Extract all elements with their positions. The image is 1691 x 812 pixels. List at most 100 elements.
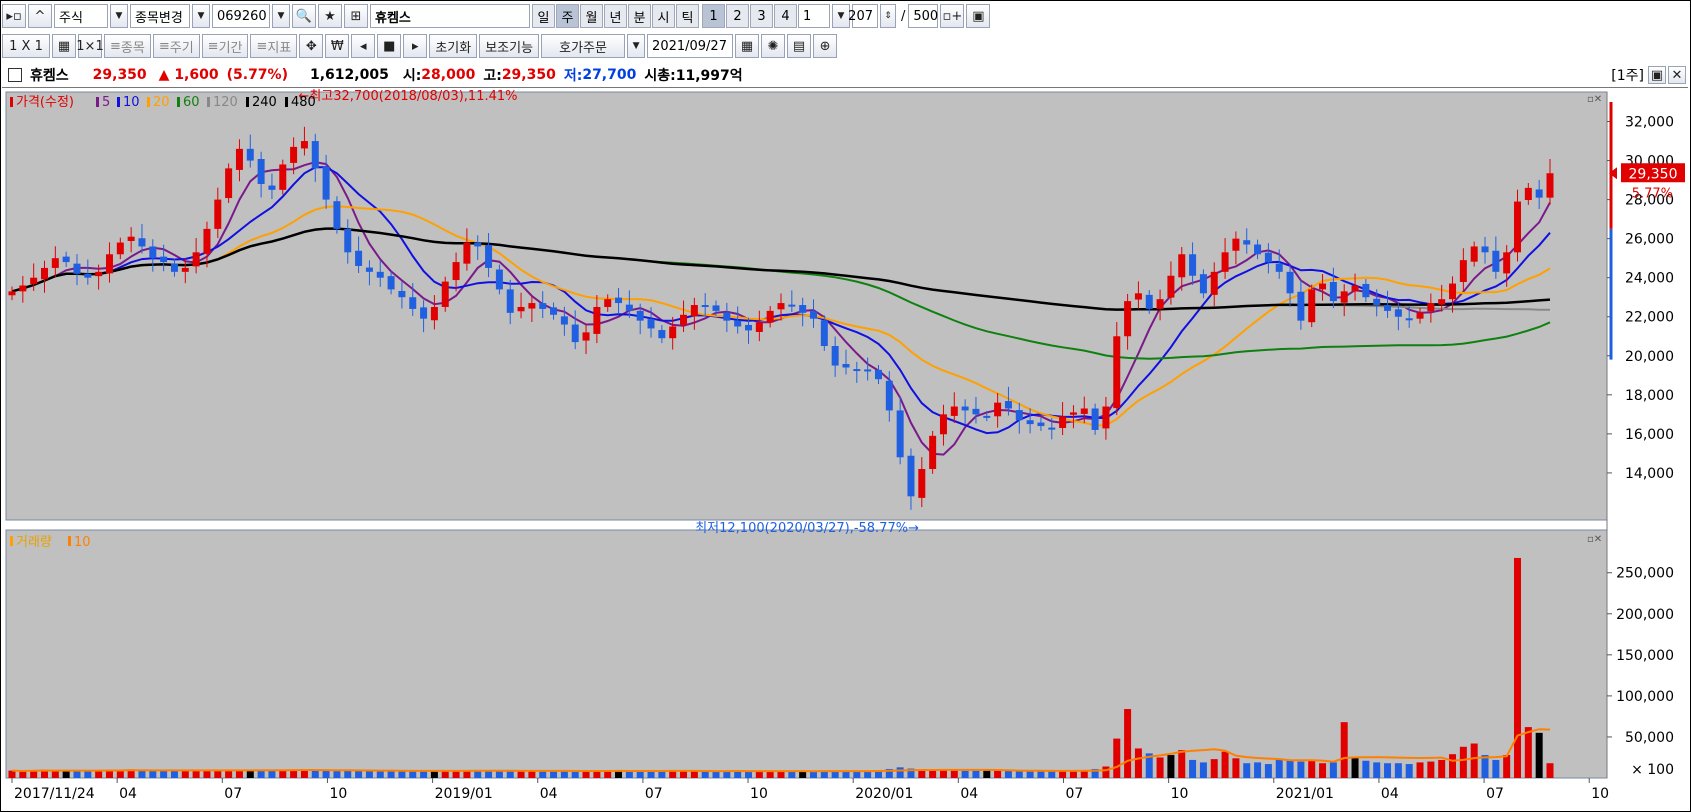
toolbar-top: ▸▫ ^ 주식 ▼ 종목변경 ▼ 069260 ▼ 🔍 ★ ⊞ 휴켐스 일주월년…	[2, 2, 993, 30]
volume-bar	[1416, 762, 1424, 778]
candle-body	[1416, 312, 1424, 319]
stock-code-input[interactable]: 069260	[212, 4, 270, 28]
spin-button[interactable]: ⇕	[880, 4, 896, 28]
legend-swatch	[147, 97, 150, 107]
order-button[interactable]: 호가주문	[541, 34, 626, 58]
legend-swatch	[10, 97, 13, 107]
candle-body	[755, 322, 763, 332]
stop-icon[interactable]: ■	[377, 34, 402, 58]
volume-bar	[1254, 762, 1262, 778]
chevron-down-icon[interactable]: ▼	[192, 4, 210, 28]
volume-bar	[344, 770, 352, 778]
star-icon[interactable]: ★	[318, 4, 342, 28]
candle-body	[788, 304, 796, 307]
layout-button[interactable]: 1 X 1	[2, 34, 50, 58]
stock-change-select[interactable]: 종목변경	[130, 4, 190, 28]
candle-body	[160, 256, 168, 263]
candle-body	[1102, 406, 1110, 429]
candle-body	[495, 269, 503, 290]
candle-body	[1134, 293, 1142, 300]
candle-body	[1481, 246, 1489, 253]
select-checkbox[interactable]	[8, 68, 22, 82]
candle-body	[149, 246, 157, 259]
grid-icon[interactable]: ▦	[52, 34, 76, 58]
stock-name: 휴켐스	[30, 68, 69, 84]
candle-body	[690, 305, 698, 317]
toolbar-item-stock[interactable]: ≡ 종목	[104, 34, 151, 58]
next-icon[interactable]: ▸	[403, 34, 428, 58]
change-rate: (5.77%)	[226, 67, 288, 83]
preset-tab[interactable]: 3	[750, 4, 773, 28]
assist-button[interactable]: 보조기능	[479, 34, 540, 58]
period-tab[interactable]: 월	[580, 4, 603, 28]
volume-bar	[788, 771, 796, 778]
panel-control-icon: ▫✕	[1587, 534, 1602, 545]
period-tab[interactable]: 일	[532, 4, 555, 28]
candle-body	[680, 314, 688, 325]
count-max-input[interactable]: 500	[908, 4, 939, 28]
volume-bar	[734, 771, 742, 778]
save-icon[interactable]: ▣	[966, 4, 991, 28]
preset-tab[interactable]: 2	[726, 4, 749, 28]
volume-bar	[181, 770, 189, 778]
candle-body	[961, 406, 969, 411]
table-icon[interactable]: ▤	[787, 34, 812, 58]
chart-area[interactable]: 32,000 30,000 28,000 26,000 24,000 22,000 20,0…	[2, 88, 1688, 808]
preset-tab[interactable]: 1	[702, 4, 725, 28]
volume-bar	[1503, 755, 1511, 778]
calendar-icon[interactable]: ▦	[735, 34, 760, 58]
filter-icon[interactable]: ⊞	[344, 4, 368, 28]
panel-toggle-button[interactable]: ▸▫	[2, 4, 26, 28]
chevron-down-icon[interactable]: ▼	[272, 4, 290, 28]
won-icon[interactable]: ₩	[325, 34, 350, 58]
period-tab[interactable]: 주	[556, 4, 579, 28]
add-window-icon[interactable]: ▫+	[940, 4, 965, 28]
chevron-down-icon[interactable]: ▼	[110, 4, 128, 28]
x-tick-label: 04	[119, 786, 137, 802]
volume-bar	[647, 771, 655, 778]
volume-bar	[929, 770, 937, 778]
period-tab[interactable]: 년	[604, 4, 627, 28]
prev-icon[interactable]: ◂	[351, 34, 376, 58]
toolbar-item-range[interactable]: ≡ 기간	[201, 34, 249, 58]
date-input[interactable]: 2021/09/27	[647, 34, 734, 58]
candle-body	[539, 303, 547, 309]
crosshair-icon[interactable]: ✥	[299, 34, 324, 58]
close-icon[interactable]: ✕	[1668, 66, 1686, 84]
volume-bar	[1232, 758, 1240, 778]
market-select[interactable]: 주식	[54, 4, 108, 28]
reset-button[interactable]: 초기화	[429, 34, 478, 58]
period-tab[interactable]: 분	[628, 4, 651, 28]
candle-body	[1069, 412, 1077, 415]
period-tab[interactable]: 시	[652, 4, 675, 28]
volume-bar	[160, 770, 168, 778]
chevron-down-icon[interactable]: ▼	[627, 34, 646, 58]
y-tick-label: 18,000	[1625, 388, 1674, 404]
volume-bar	[1048, 771, 1056, 778]
maximize-icon[interactable]: ▣	[1648, 66, 1666, 84]
volume-bar	[138, 770, 146, 778]
zoom-icon[interactable]: ⊕	[813, 34, 838, 58]
candle-body	[1059, 416, 1067, 429]
volume-bar	[755, 771, 763, 778]
volume-bar	[485, 770, 493, 778]
period-tab[interactable]: 틱	[676, 4, 699, 28]
collapse-up-button[interactable]: ^	[28, 4, 52, 28]
search-icon[interactable]: 🔍	[292, 4, 316, 28]
volume-bar	[1514, 557, 1522, 778]
volume-bar	[939, 770, 947, 778]
candle-body	[1221, 252, 1229, 272]
count-input[interactable]: 207	[848, 4, 878, 28]
volume-bar	[1384, 763, 1392, 778]
settings-icon[interactable]: ✺	[761, 34, 786, 58]
multiplier-input[interactable]: 1	[798, 4, 830, 28]
volume-bar	[1156, 757, 1164, 778]
toolbar-item-indicator[interactable]: ≡ 지표	[250, 34, 298, 58]
toolbar-item-period[interactable]: ≡ 주기	[152, 34, 200, 58]
price-volume-chart[interactable]: 32,00030,00028,00026,00024,00022,00020,0…	[2, 88, 1688, 808]
single-layout-icon[interactable]: 1×1	[76, 34, 104, 58]
candle-body	[777, 303, 785, 310]
preset-tab[interactable]: 4	[774, 4, 797, 28]
period-tag: [1주]	[1611, 68, 1644, 84]
volume-bar	[918, 769, 926, 778]
